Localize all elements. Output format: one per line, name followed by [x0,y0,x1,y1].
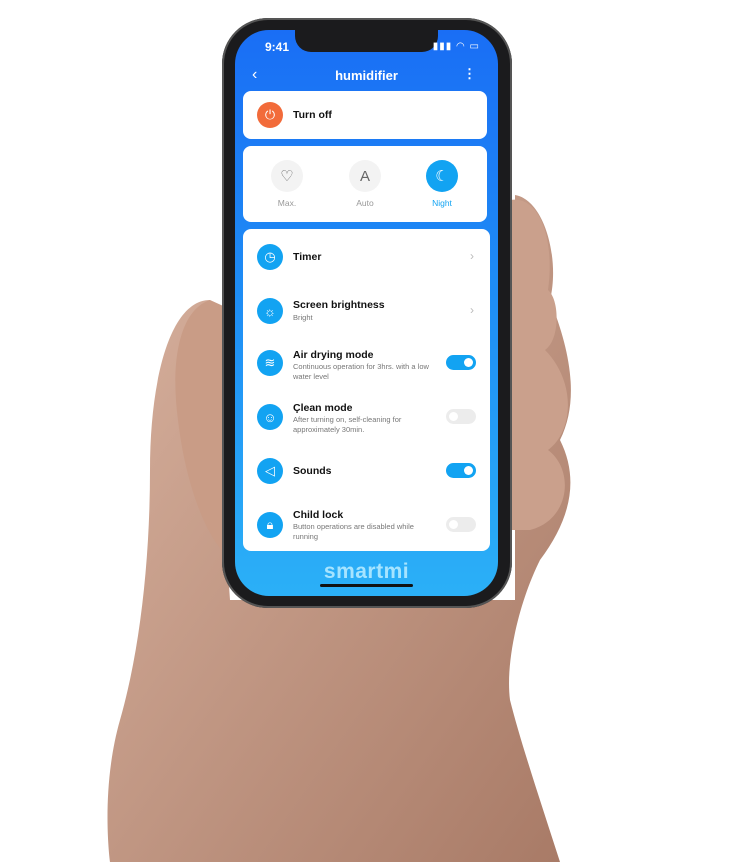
setting-sounds: ◁ Sounds [243,451,490,491]
mode-label: Max. [277,198,297,208]
power-card[interactable]: ⏻ Turn off [243,91,487,139]
settings-card: ◷ Timer › ☼ Screen brightness Bright › ≋… [243,229,490,551]
brightness-icon: ☼ [257,298,283,324]
wifi-icon: ◠ [456,41,466,52]
setting-title: Timer [293,251,322,263]
setting-title: Screen brightness [293,299,385,311]
lock-icon: 🔒︎ [257,512,283,538]
child-lock-toggle[interactable] [446,517,476,532]
setting-timer[interactable]: ◷ Timer › [243,237,490,277]
mode-night[interactable]: ☾ Night [412,160,472,208]
more-vertical-icon[interactable]: ⋮ [463,66,476,82]
sounds-toggle[interactable] [446,463,476,478]
setting-clean-mode: ☺ Çlean mode After turning on, self-clea… [243,397,490,437]
setting-subtitle: After turning on, self-cleaning for appr… [293,415,402,434]
setting-title: Air drying mode [293,349,374,361]
setting-subtitle: Button operations are disabled while run… [293,522,414,541]
setting-screen-brightness[interactable]: ☼ Screen brightness Bright › [243,291,490,331]
battery-icon: ▭ [469,41,480,52]
page-title: humidifier [335,68,398,83]
clean-icon: ☺ [257,404,283,430]
signal-icon: ▮▮▮ [432,41,453,52]
moon-icon: ☾ [426,160,458,192]
mode-max[interactable]: ♡ Max. [257,160,317,208]
waves-icon: ≋ [257,350,283,376]
setting-air-drying-mode: ≋ Air drying mode Continuous operation f… [243,343,490,383]
setting-subtitle: Continuous operation for 3hrs. with a lo… [293,362,429,381]
air-drying-toggle[interactable] [446,355,476,370]
setting-child-lock: 🔒︎ Child lock Button operations are disa… [243,505,490,545]
status-time: 9:41 [265,40,290,54]
clock-icon: ◷ [257,244,283,270]
setting-title: Çlean mode [293,402,353,414]
chevron-right-icon: › [470,249,474,263]
status-icons: ▮▮▮ ◠ ▭ [433,41,480,52]
mode-label: Auto [356,198,374,208]
speaker-icon: ◁ [257,458,283,484]
mode-label: Night [432,198,452,208]
clean-mode-toggle[interactable] [446,409,476,424]
heart-icon: ♡ [271,160,303,192]
chevron-right-icon: › [470,303,474,317]
setting-subtitle: Bright [293,313,313,322]
home-indicator[interactable] [320,584,413,587]
power-label: Turn off [293,109,332,121]
app-screen: 9:41 ▮▮▮ ◠ ▭ ‹ humidifier ⋮ ⏻ Turn off ♡… [235,30,498,596]
letter-a-icon: A [349,160,381,192]
setting-title: Child lock [293,509,344,521]
brand-logo: smartmi [323,560,410,583]
setting-title: Sounds [293,465,332,477]
mode-card: ♡ Max. A Auto ☾ Night [243,146,487,222]
notch [295,30,438,52]
power-icon[interactable]: ⏻ [257,102,283,128]
mode-auto[interactable]: A Auto [335,160,395,208]
